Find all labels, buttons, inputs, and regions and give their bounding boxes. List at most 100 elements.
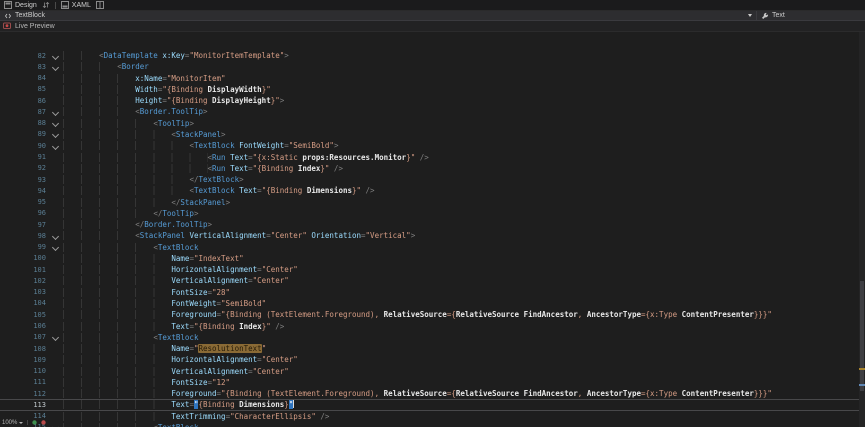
code-line[interactable]: 88 <ToolTip> <box>0 118 865 129</box>
code-line[interactable]: 100 Name="IndexText" <box>0 253 865 264</box>
line-number: 95 <box>0 198 50 206</box>
code-line[interactable]: 89 <StackPanel> <box>0 129 865 140</box>
code-line[interactable]: 98 <StackPanel VerticalAlignment="Center… <box>0 230 865 241</box>
line-number: 89 <box>0 130 50 138</box>
code-line[interactable]: 107 <TextBlock <box>0 332 865 343</box>
code-line[interactable]: 95 </StackPanel> <box>0 196 865 207</box>
code-line[interactable]: 109 HorizontalAlignment="Center" <box>0 354 865 365</box>
element-tag-icon <box>4 12 12 20</box>
code-text[interactable]: <Border.ToolTip> <box>63 107 865 116</box>
code-line[interactable]: 110 VerticalAlignment="Center" <box>0 365 865 376</box>
code-line[interactable]: 102 VerticalAlignment="Center" <box>0 275 865 286</box>
code-line[interactable]: 103 FontSize="28" <box>0 287 865 298</box>
code-line[interactable]: 86 Height="{Binding DisplayHeight}"> <box>0 95 865 106</box>
fold-spacer <box>50 163 63 174</box>
fold-chevron-icon[interactable] <box>50 129 63 140</box>
live-preview-icon[interactable] <box>3 22 11 30</box>
code-text[interactable]: FontWeight="SemiBold" <box>63 299 865 308</box>
code-lines: 82 <DataTemplate x:Key="MonitorItemTempl… <box>0 50 865 427</box>
code-line[interactable]: 92 <Run Text="{Binding Index}" /> <box>0 163 865 174</box>
code-line[interactable]: 83 <Border <box>0 61 865 72</box>
code-text[interactable]: <Border <box>63 62 865 71</box>
code-text[interactable]: Width="{Binding DisplayWidth}" <box>63 85 865 94</box>
code-text[interactable]: </ToolTip> <box>63 209 865 218</box>
xaml-view-button[interactable]: XAML <box>61 1 91 9</box>
property-breadcrumb-dropdown[interactable]: Text <box>756 11 865 20</box>
code-line[interactable]: 82 <DataTemplate x:Key="MonitorItemTempl… <box>0 50 865 61</box>
code-text[interactable]: <TextBlock Text="{Binding Dimensions}" /… <box>63 186 865 195</box>
code-line[interactable]: 94 <TextBlock Text="{Binding Dimensions}… <box>0 185 865 196</box>
code-text[interactable]: Text="{Binding Dimensions}" <box>63 400 865 409</box>
code-text[interactable]: <ToolTip> <box>63 119 865 128</box>
line-number: 113 <box>0 401 50 409</box>
fold-chevron-icon[interactable] <box>50 242 63 253</box>
code-text[interactable]: <TextBlock <box>63 243 865 252</box>
code-line[interactable]: 112 Foreground="{Binding (TextElement.Fo… <box>0 388 865 399</box>
code-text[interactable]: <TextBlock <box>63 333 865 342</box>
split-view-icon[interactable] <box>96 1 104 9</box>
code-text[interactable]: Text="{Binding Index}" /> <box>63 322 865 331</box>
code-text[interactable]: HorizontalAlignment="Center" <box>63 265 865 274</box>
fold-chevron-icon[interactable] <box>50 61 63 72</box>
fold-spacer <box>50 264 63 275</box>
code-line[interactable]: 114 TextTrimming="CharacterEllipsis" /> <box>0 411 865 422</box>
zoom-control[interactable]: 100% <box>2 420 23 426</box>
scrollbar-thumb[interactable] <box>860 281 864 392</box>
design-view-button[interactable]: Design <box>4 1 37 9</box>
fold-chevron-icon[interactable] <box>50 230 63 241</box>
code-text[interactable]: <DataTemplate x:Key="MonitorItemTemplate… <box>63 51 865 60</box>
fold-chevron-icon[interactable] <box>50 118 63 129</box>
code-line[interactable]: 115 <TextBlock <box>0 422 865 427</box>
code-text[interactable]: VerticalAlignment="Center" <box>63 276 865 285</box>
code-text[interactable]: <StackPanel VerticalAlignment="Center" O… <box>63 231 865 240</box>
code-text[interactable]: x:Name="MonitorItem" <box>63 74 865 83</box>
fold-spacer <box>50 399 63 410</box>
swap-panes-icon[interactable] <box>42 1 50 9</box>
fold-chevron-icon[interactable] <box>50 140 63 151</box>
code-line[interactable]: 113 Text="{Binding Dimensions}" <box>0 399 865 410</box>
code-line[interactable]: 96 </ToolTip> <box>0 208 865 219</box>
code-line[interactable]: 93 </TextBlock> <box>0 174 865 185</box>
fold-chevron-icon[interactable] <box>50 106 63 117</box>
code-line[interactable]: 106 Text="{Binding Index}" /> <box>0 320 865 331</box>
code-text[interactable]: HorizontalAlignment="Center" <box>63 355 865 364</box>
health-check-icon[interactable] <box>32 420 37 425</box>
code-text[interactable]: <StackPanel> <box>63 130 865 139</box>
code-line[interactable]: 105 Foreground="{Binding (TextElement.Fo… <box>0 309 865 320</box>
code-text[interactable]: Name="IndexText" <box>63 254 865 263</box>
fold-chevron-icon[interactable] <box>50 332 63 343</box>
fold-chevron-icon[interactable] <box>50 422 63 427</box>
code-text[interactable]: FontSize="12" <box>63 378 865 387</box>
code-line[interactable]: 108 Name="ResolutionText" <box>0 343 865 354</box>
code-line[interactable]: 97 </Border.ToolTip> <box>0 219 865 230</box>
code-text[interactable]: </StackPanel> <box>63 198 865 207</box>
code-text[interactable]: <Run Text="{Binding Index}" /> <box>63 164 865 173</box>
code-line[interactable]: 101 HorizontalAlignment="Center" <box>0 264 865 275</box>
code-line[interactable]: 84 x:Name="MonitorItem" <box>0 73 865 84</box>
code-text[interactable]: <Run Text="{x:Static props:Resources.Mon… <box>63 153 865 162</box>
property-breadcrumb-label: Text <box>772 12 785 19</box>
code-text[interactable]: Foreground="{Binding (TextElement.Foregr… <box>63 389 865 398</box>
code-text[interactable]: </Border.ToolTip> <box>63 220 865 229</box>
code-line[interactable]: 90 <TextBlock FontWeight="SemiBold"> <box>0 140 865 151</box>
vertical-scrollbar[interactable] <box>859 32 865 427</box>
error-indicator-icon[interactable] <box>41 420 46 425</box>
code-line[interactable]: 87 <Border.ToolTip> <box>0 106 865 117</box>
line-number: 85 <box>0 85 50 93</box>
fold-chevron-icon[interactable] <box>50 50 63 61</box>
code-text[interactable]: <TextBlock <box>63 423 865 427</box>
code-text[interactable]: Height="{Binding DisplayHeight}"> <box>63 96 865 105</box>
code-line[interactable]: 99 <TextBlock <box>0 242 865 253</box>
code-text[interactable]: Name="ResolutionText" <box>63 344 865 353</box>
code-line[interactable]: 111 FontSize="12" <box>0 377 865 388</box>
code-text[interactable]: TextTrimming="CharacterEllipsis" /> <box>63 412 865 421</box>
code-text[interactable]: VerticalAlignment="Center" <box>63 367 865 376</box>
code-line[interactable]: 104 FontWeight="SemiBold" <box>0 298 865 309</box>
code-text[interactable]: Foreground="{Binding (TextElement.Foregr… <box>63 310 865 319</box>
code-text[interactable]: FontSize="28" <box>63 288 865 297</box>
element-breadcrumb-dropdown[interactable]: TextBlock <box>0 11 756 20</box>
code-text[interactable]: <TextBlock FontWeight="SemiBold"> <box>63 141 865 150</box>
code-text[interactable]: </TextBlock> <box>63 175 865 184</box>
code-line[interactable]: 85 Width="{Binding DisplayWidth}" <box>0 84 865 95</box>
code-line[interactable]: 91 <Run Text="{x:Static props:Resources.… <box>0 151 865 162</box>
